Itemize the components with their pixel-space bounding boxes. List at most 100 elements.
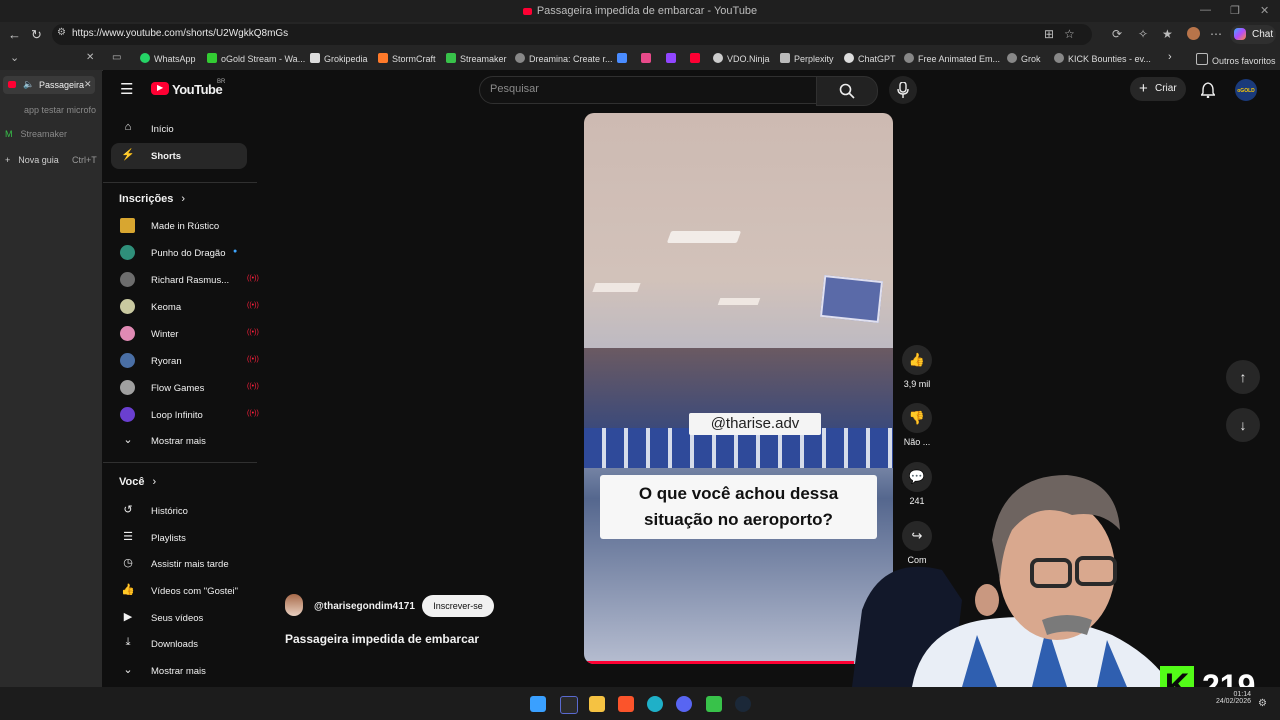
create-button[interactable]: + Criar <box>1130 77 1186 101</box>
more-menu-icon[interactable]: ⋯ <box>1210 27 1222 41</box>
dislike-label: Não ... <box>903 437 931 447</box>
close-tab-icon[interactable]: ✕ <box>84 79 92 90</box>
channel-name[interactable]: @tharisegondim4171 <box>314 601 415 612</box>
other-favorites[interactable]: Outros favoritos <box>1196 53 1276 66</box>
dislike-action[interactable]: 👎 Não ... <box>900 403 934 447</box>
previous-short-button[interactable]: ↑ <box>1226 360 1260 394</box>
subscribe-button[interactable]: Inscrever-se <box>422 595 494 617</box>
bookmark-vdo-ninja[interactable]: VDO.Ninja <box>713 53 770 64</box>
video-progress-bar[interactable] <box>584 661 854 664</box>
sidebar-sub-made-in-rustico[interactable]: Made in Rústico <box>119 213 247 239</box>
next-short-button[interactable]: ↓ <box>1226 408 1260 442</box>
bookmark-twitch[interactable] <box>666 53 680 64</box>
notification-center-icon[interactable]: ⚙ <box>1258 698 1267 709</box>
reload-icon[interactable]: ↻ <box>31 27 42 43</box>
bookmark-perplexity[interactable]: Perplexity <box>780 53 834 64</box>
menu-hamburger-icon[interactable]: ☰ <box>120 80 133 98</box>
short-title[interactable]: Passageira impedida de embarcar <box>285 632 479 646</box>
restore-icon[interactable]: ❐ <box>1230 4 1240 17</box>
favorite-star-icon[interactable]: ☆ <box>1064 27 1075 41</box>
channel-avatar <box>120 245 135 260</box>
sidebar-sub-keoma[interactable]: Keoma ((•)) <box>119 294 259 320</box>
audio-icon[interactable]: 🔈 <box>23 79 34 90</box>
streamaker-icon[interactable] <box>706 696 722 712</box>
apps-icon[interactable]: ⊞ <box>1044 27 1054 41</box>
sidebar-item-history[interactable]: ↺ Histórico <box>119 498 247 524</box>
sidebar-item-liked-videos[interactable]: 👍 Vídeos com "Gostei" <box>119 578 247 604</box>
window-title: Passageira impedida de embarcar - YouTub… <box>536 5 758 17</box>
url-text[interactable]: https://www.youtube.com/shorts/U2WgkkQ8m… <box>72 28 288 39</box>
more-bookmarks-icon[interactable]: › <box>1168 51 1172 63</box>
close-panel-icon[interactable]: ✕ <box>86 52 94 63</box>
sidebar-sub-punho-do-dragao[interactable]: Punho do Dragão ● <box>119 240 247 266</box>
voice-search-button[interactable] <box>889 76 917 104</box>
brave-icon[interactable] <box>618 696 634 712</box>
close-window-icon[interactable]: ✕ <box>1260 4 1269 17</box>
bookmark-kick-bounties[interactable]: KICK Bounties - ev... <box>1054 53 1151 64</box>
short-video-player[interactable]: @tharise.adv O que você achou dessa situ… <box>584 113 893 664</box>
bookmark-streamaker[interactable]: Streamaker <box>446 53 507 64</box>
address-bar[interactable]: https://www.youtube.com/shorts/U2WgkkQ8m… <box>52 24 1092 45</box>
tab-streamaker[interactable]: M Streamaker <box>5 129 67 139</box>
back-icon[interactable]: ← <box>8 27 21 42</box>
account-avatar[interactable]: oGOLD <box>1235 79 1257 101</box>
refresh-extension-icon[interactable]: ⟳ <box>1112 27 1122 41</box>
minimize-icon[interactable]: — <box>1200 4 1211 16</box>
bookmark-dreamina[interactable]: Dreamina: Create r... <box>515 53 613 64</box>
collapse-tabs-icon[interactable]: ⌄ <box>10 51 19 64</box>
thumbs-down-icon[interactable]: 👎 <box>902 403 932 433</box>
sidebar-item-your-videos[interactable]: ▶ Seus vídeos <box>119 605 247 631</box>
bookmark-ogold-stream[interactable]: oGold Stream - Wa... <box>207 53 305 64</box>
sidebar-sub-richard-rasmussen[interactable]: Richard Rasmus... ((•)) <box>119 267 259 293</box>
new-tab-button[interactable]: + Nova guia Ctrl+T <box>5 155 97 165</box>
like-action[interactable]: 👍 3,9 mil <box>900 345 934 389</box>
you-heading[interactable]: Você › <box>119 476 156 488</box>
site-info-icon[interactable]: ⚙ <box>57 27 66 38</box>
sidebar-sub-flow-games[interactable]: Flow Games ((•)) <box>119 375 259 401</box>
search-box[interactable]: Pesquisar <box>479 76 828 104</box>
sidebar-sub-ryoran[interactable]: Ryoran ((•)) <box>119 348 259 374</box>
tab-active[interactable]: 🔈 Passageira ✕ <box>3 76 95 94</box>
show-more-you[interactable]: ⌄ Mostrar mais <box>119 658 247 684</box>
thumbs-up-icon[interactable]: 👍 <box>902 345 932 375</box>
bookmark-stormcraft[interactable]: StormCraft <box>378 53 436 64</box>
extensions-icon[interactable]: ✧ <box>1138 27 1148 41</box>
sidebar-item-watch-later[interactable]: ◷ Assistir mais tarde <box>119 551 247 577</box>
sidebar-sub-loop-infinito[interactable]: Loop Infinito ((•)) <box>119 402 259 428</box>
edge-icon[interactable] <box>647 696 663 712</box>
bookmark-colorful[interactable] <box>641 53 655 64</box>
windows-start-icon[interactable] <box>530 696 546 712</box>
youtube-logo[interactable]: ▶ YouTube BR <box>151 79 251 101</box>
bookmark-grokipedia[interactable]: Grokipedia <box>310 53 368 64</box>
app-icon[interactable] <box>560 696 578 714</box>
copilot-chat-button[interactable]: Chat <box>1230 25 1276 44</box>
system-clock[interactable]: 01:14 24/02/2026 <box>1205 691 1251 705</box>
bookmark-gemini[interactable] <box>617 53 631 64</box>
sidebar-sub-winter[interactable]: Winter ((•)) <box>119 321 259 347</box>
discord-icon[interactable] <box>676 696 692 712</box>
bookmark-youtube[interactable] <box>690 53 704 64</box>
app-icon <box>641 53 651 63</box>
kick-icon <box>207 53 217 63</box>
sidebar-item-home[interactable]: ⌂ Início <box>119 116 247 142</box>
show-more-subscriptions[interactable]: ⌄ Mostrar mais <box>119 428 247 454</box>
bookmark-animated-emojis[interactable]: Free Animated Em... <box>904 53 1000 64</box>
channel-avatar[interactable] <box>285 594 303 616</box>
search-button[interactable] <box>816 76 878 106</box>
sidebar-item-downloads[interactable]: ⤓ Downloads <box>119 631 247 657</box>
sidebar-item-shorts[interactable]: ⚡ Shorts <box>111 143 247 169</box>
tab-actions-icon[interactable]: ▭ <box>112 52 121 63</box>
steam-icon[interactable] <box>735 696 751 712</box>
sidebar-item-playlists[interactable]: ☰ Playlists <box>119 525 247 551</box>
subscriptions-heading[interactable]: Inscrições › <box>119 193 185 205</box>
search-input[interactable]: Pesquisar <box>490 83 539 95</box>
bookmark-whatsapp[interactable]: WhatsApp <box>140 53 196 64</box>
bookmark-grok[interactable]: Grok <box>1007 53 1041 64</box>
favorites-icon[interactable]: ★ <box>1162 27 1173 41</box>
tab-app-testar[interactable]: app testar microfo <box>24 105 96 115</box>
tab-title: Passageira <box>39 80 85 90</box>
bookmark-chatgpt[interactable]: ChatGPT <box>844 53 896 64</box>
profile-avatar[interactable] <box>1187 27 1200 40</box>
file-explorer-icon[interactable] <box>589 696 605 712</box>
notifications-bell-icon[interactable] <box>1201 82 1215 98</box>
